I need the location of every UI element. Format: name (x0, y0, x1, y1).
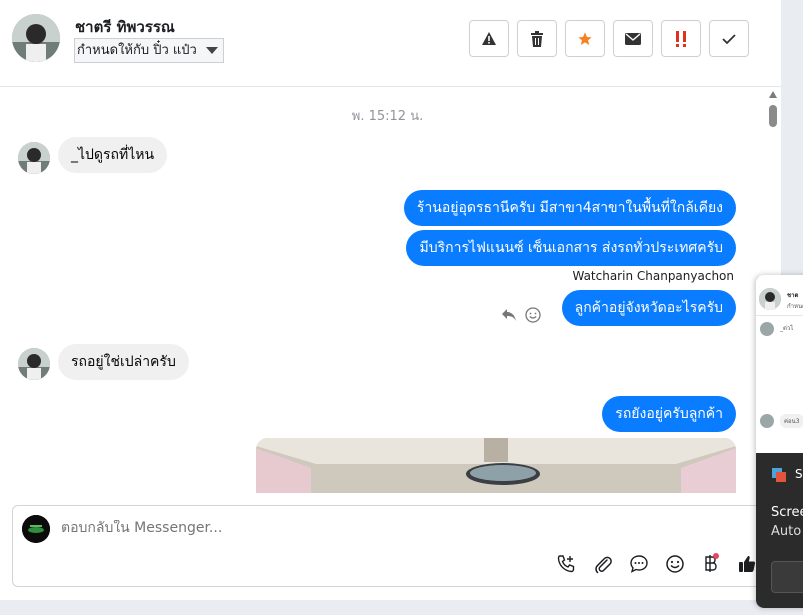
incoming-message[interactable]: _ไปดูรถที่ไหน (58, 137, 168, 173)
avatar[interactable] (18, 142, 50, 174)
mail-button[interactable] (613, 20, 653, 57)
done-button[interactable] (709, 20, 749, 57)
preview-message: ค่อน3 (780, 414, 803, 428)
conversation-header: ชาตรี ทิพวรรณ กำหนดให้กับ ปิ๋ว แป๋ว (0, 0, 781, 87)
urgent-button[interactable] (661, 20, 701, 57)
star-icon (578, 31, 592, 45)
divider (756, 315, 803, 316)
double-exclamation-icon (676, 30, 686, 47)
react-emoji-icon[interactable] (523, 305, 543, 325)
sender-name: Watcharin Chanpanyachon (572, 269, 734, 283)
message-timestamp: พ. 15:12 น. (351, 109, 424, 124)
page-avatar (22, 515, 50, 543)
trash-icon (531, 30, 543, 47)
warning-icon (482, 31, 496, 45)
envelope-icon (625, 32, 641, 45)
paperclip-icon[interactable] (591, 552, 615, 576)
outgoing-message[interactable]: มีบริการไฟแนนซ์ เซ็นเอกสาร ส่งรถทั่วประเ… (406, 230, 736, 266)
assign-label: กำหนดให้กับ ปิ๋ว แป๋ว (77, 43, 197, 58)
message-input[interactable] (61, 520, 661, 536)
app-icon (772, 468, 786, 482)
reply-icon[interactable] (499, 305, 519, 325)
star-button[interactable] (565, 20, 605, 57)
preview-message: _ต่วไ (780, 325, 794, 332)
check-icon (722, 33, 736, 44)
message-list[interactable]: พ. 15:12 น. _ไปดูรถที่ไหน ร้านอยู่อุดรธา… (0, 88, 781, 493)
contact-name[interactable]: ชาตรี ทิพวรรณ (75, 15, 175, 39)
smiley-icon[interactable] (663, 552, 687, 576)
alert-button[interactable] (469, 20, 509, 57)
notification-line: Auto (771, 524, 802, 539)
outgoing-message[interactable]: รถยังอยู่ครับลูกค้า (602, 396, 736, 432)
screen-notification[interactable]: S Scree Auto (756, 453, 803, 608)
preview-contact-name: ชาต (787, 292, 799, 299)
outgoing-message[interactable]: ร้านอยู่อุดรธานีครับ มีสาขา4สาขาในพื้นที… (403, 190, 736, 226)
notification-line: Scree (771, 505, 803, 520)
avatar (760, 414, 774, 428)
incoming-message[interactable]: รถอยู่ใช่เปล่าครับ (58, 344, 189, 380)
chat-preview-popup[interactable]: ชาต กำหนด _ต่วไ ค่อน3 S Scree Auto (756, 275, 803, 608)
notification-title: S (795, 467, 803, 481)
chevron-down-icon (205, 47, 218, 54)
outgoing-message[interactable]: ลูกค้าอยู่จังหวัดอะไรครับ (561, 290, 736, 326)
avatar[interactable] (18, 348, 50, 380)
avatar (760, 322, 774, 336)
notification-button[interactable] (771, 561, 803, 593)
reply-composer (12, 505, 772, 587)
delete-button[interactable] (517, 20, 557, 57)
avatar (759, 288, 781, 310)
preview-assign-label: กำหนด (787, 303, 803, 310)
add-call-icon[interactable] (554, 552, 578, 576)
baht-icon[interactable] (699, 552, 723, 576)
assign-dropdown[interactable]: กำหนดให้กับ ปิ๋ว แป๋ว (74, 38, 224, 63)
chat-bubble-icon[interactable] (627, 552, 651, 576)
conversation-panel: ชาตรี ทิพวรรณ กำหนดให้กับ ปิ๋ว แป๋ว พ. 1… (0, 0, 781, 600)
message-photo[interactable] (256, 438, 736, 493)
contact-avatar[interactable] (12, 14, 60, 62)
